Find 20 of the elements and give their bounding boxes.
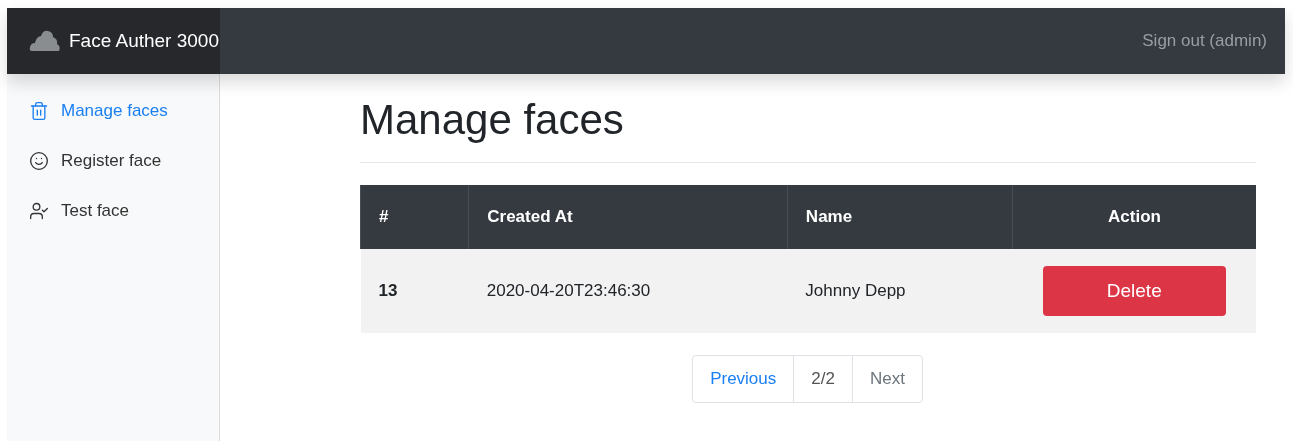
table-cell: Johnny Depp xyxy=(787,249,1013,333)
user-check-icon xyxy=(29,201,49,221)
page-indicator[interactable]: 2/2 xyxy=(793,355,853,403)
table-cell: 2020-04-20T23:46:30 xyxy=(468,249,788,333)
sidebar-item[interactable]: Manage faces xyxy=(7,86,219,136)
pagination-link[interactable]: Previous xyxy=(692,355,795,403)
trash-icon xyxy=(29,101,49,121)
app-title: Face Auther 3000 xyxy=(69,30,219,52)
column-header: # xyxy=(360,185,469,249)
sidebar-item[interactable]: Register face xyxy=(7,136,219,186)
smile-icon xyxy=(29,151,49,171)
delete-button[interactable]: Delete xyxy=(1042,266,1226,316)
sign-out-link[interactable]: Sign out (admin) xyxy=(1142,31,1267,51)
column-header: Created At xyxy=(468,185,788,249)
sidebar-item[interactable]: Test face xyxy=(7,186,219,236)
cloud-icon xyxy=(29,30,61,52)
column-header: Action xyxy=(1012,185,1256,249)
column-header: Name xyxy=(787,185,1013,249)
page-title: Manage faces xyxy=(360,96,1256,163)
table-cell: 13 xyxy=(360,249,469,333)
